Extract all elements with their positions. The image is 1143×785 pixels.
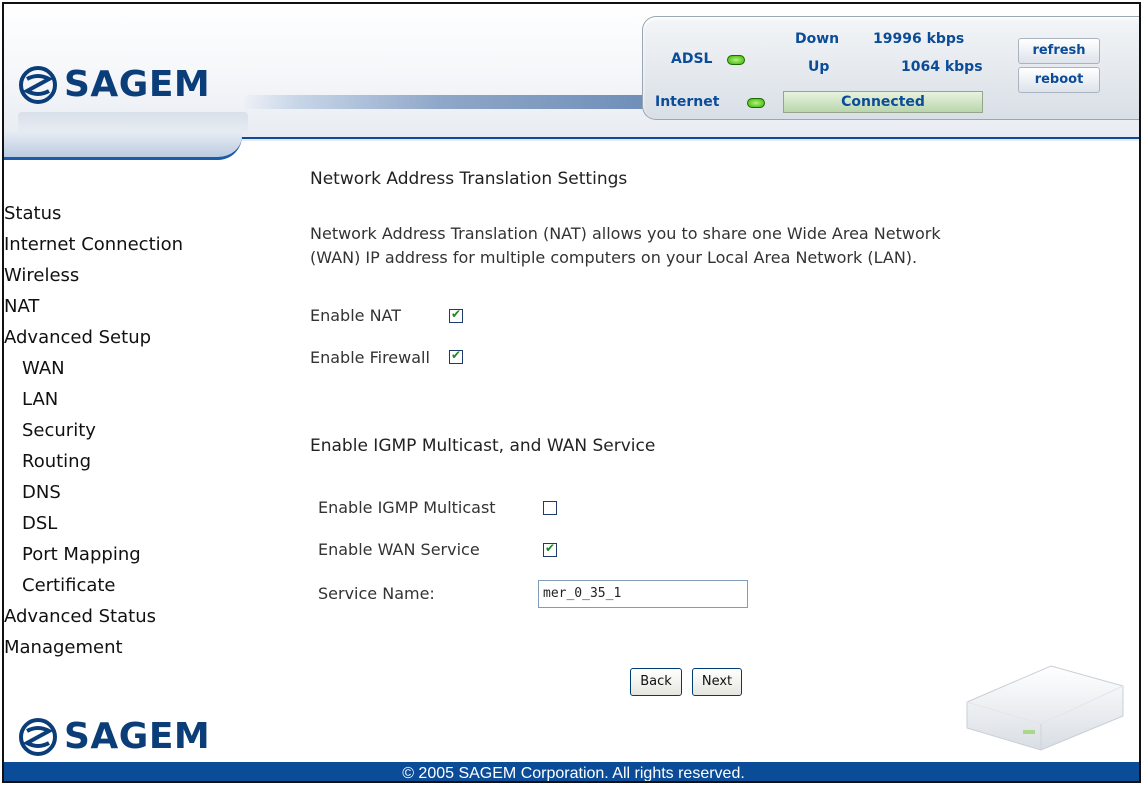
back-button[interactable]: Back [630,668,682,696]
internet-label: Internet [655,94,720,110]
adsl-label: ADSL [671,51,713,67]
internet-led-icon [747,98,765,108]
next-button[interactable]: Next [692,668,742,696]
sidebar-nav: Status Internet Connection Wireless NAT … [4,198,242,663]
sagem-logo: SAGEM [18,64,210,105]
sidebar-item-dns[interactable]: DNS [4,477,242,508]
sidebar-item-routing[interactable]: Routing [4,446,242,477]
page-title: Network Address Translation Settings [310,169,628,189]
down-rate: 19996 kbps [873,31,965,47]
sagem-logo-footer: SAGEM [18,716,210,757]
adsl-led-icon [727,55,745,65]
enable-firewall-checkbox[interactable] [449,348,463,364]
router-device-icon [966,665,1124,751]
sidebar-item-advanced-setup[interactable]: Advanced Setup [4,322,242,353]
down-label: Down [795,31,840,47]
sidebar-item-certificate[interactable]: Certificate [4,570,242,601]
logo-text: SAGEM [64,64,211,105]
igmp-multicast-label: Enable IGMP Multicast [318,498,496,517]
description-line-2: (WAN) IP address for multiple computers … [310,248,918,267]
service-name-label: Service Name: [318,584,435,603]
service-name-input[interactable]: mer_0_35_1 [538,580,748,608]
footer-copyright: © 2005 SAGEM Corporation. All rights res… [4,762,1139,781]
logo-text: SAGEM [64,716,211,757]
sidebar-item-port-mapping[interactable]: Port Mapping [4,539,242,570]
sidebar-item-status[interactable]: Status [4,198,242,229]
igmp-section-title: Enable IGMP Multicast, and WAN Service [310,436,656,456]
refresh-button[interactable]: refresh [1018,38,1100,64]
sidebar-item-wan[interactable]: WAN [4,353,242,384]
wan-service-label: Enable WAN Service [318,540,480,559]
sidebar-item-internet-connection[interactable]: Internet Connection [4,229,242,260]
sidebar-item-advanced-status[interactable]: Advanced Status [4,601,242,632]
page-header: SAGEM ADSL Down 19996 kbps Up 1064 kbps … [4,4,1139,141]
reboot-button[interactable]: reboot [1018,67,1100,93]
connection-state: Connected [783,91,983,113]
sidebar-item-management[interactable]: Management [4,632,242,663]
sidebar-swoosh [4,132,242,160]
enable-nat-checkbox[interactable] [449,307,463,323]
up-label: Up [808,59,830,75]
router-admin-page: SAGEM ADSL Down 19996 kbps Up 1064 kbps … [2,2,1141,783]
sidebar-item-nat[interactable]: NAT [4,291,242,322]
wan-service-checkbox[interactable] [543,541,557,557]
description-line-1: Network Address Translation (NAT) allows… [310,224,941,243]
sidebar-item-lan[interactable]: LAN [4,384,242,415]
enable-nat-label: Enable NAT [310,306,402,325]
sagem-logo-icon [19,717,57,756]
logo-reflection [18,112,248,134]
sidebar-item-dsl[interactable]: DSL [4,508,242,539]
enable-firewall-label: Enable Firewall [310,348,430,367]
sidebar-item-security[interactable]: Security [4,415,242,446]
header-divider [242,137,1139,139]
up-rate: 1064 kbps [901,59,983,75]
sagem-logo-icon [19,65,57,104]
sidebar-item-wireless[interactable]: Wireless [4,260,242,291]
connection-status-panel: ADSL Down 19996 kbps Up 1064 kbps Intern… [642,16,1139,120]
igmp-multicast-checkbox[interactable] [543,501,557,515]
